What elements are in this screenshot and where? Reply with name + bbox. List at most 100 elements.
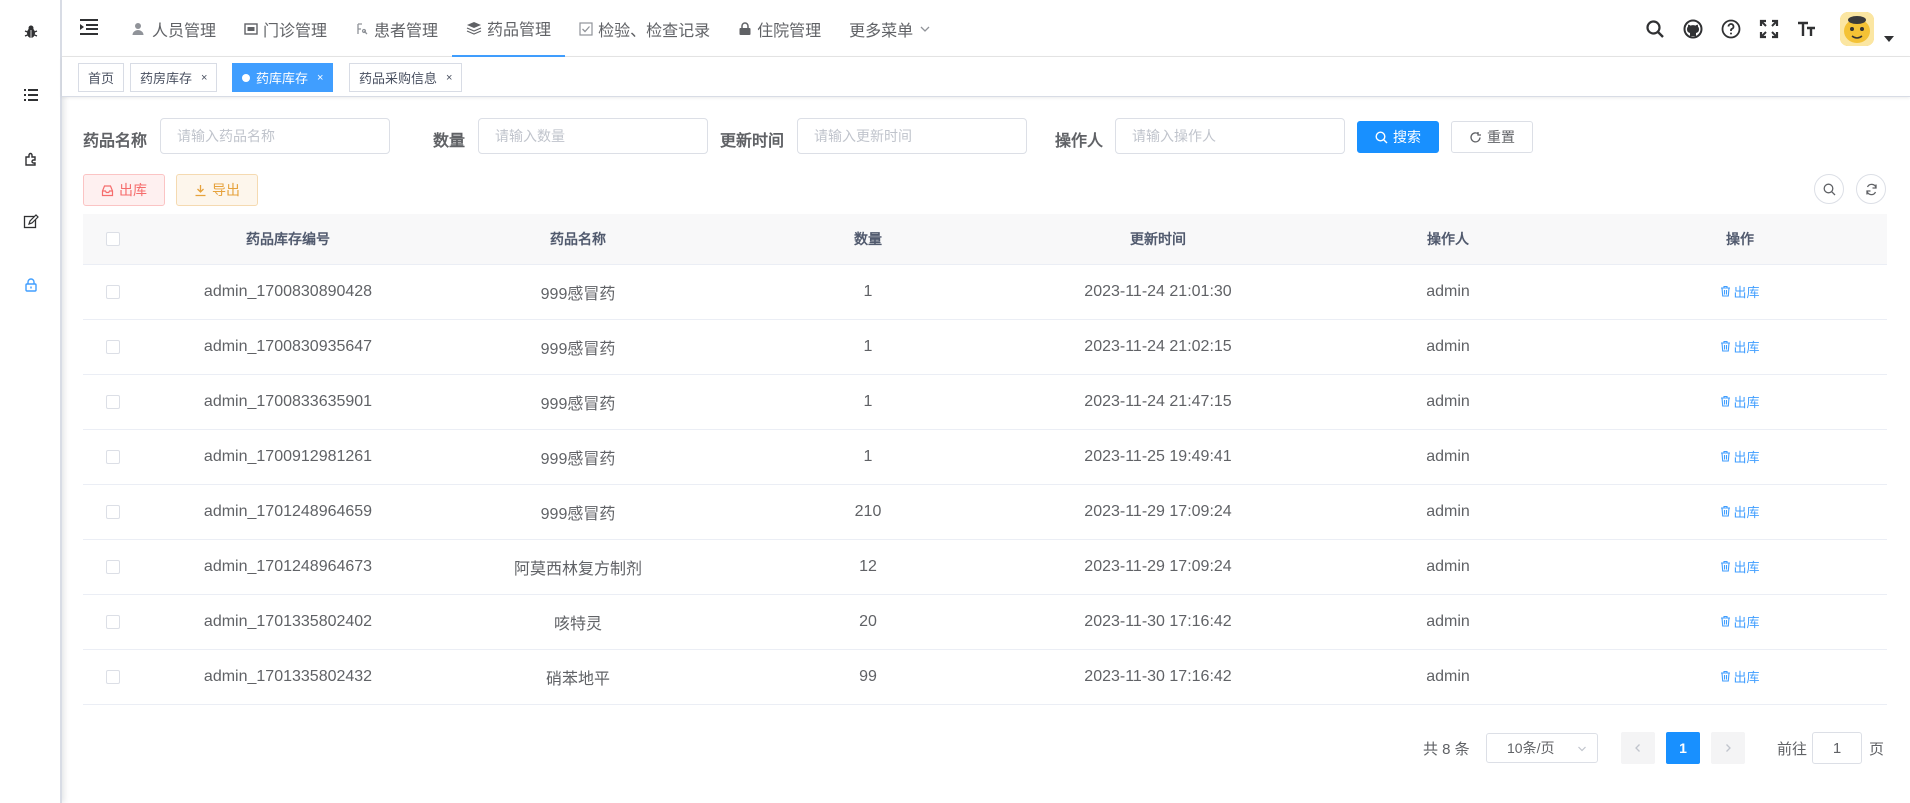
- outbound-button-label: 出库: [119, 182, 147, 198]
- action-cell: 出库: [1593, 612, 1887, 633]
- github-icon[interactable]: [1674, 0, 1712, 57]
- menu-item-staff[interactable]: 人员管理: [117, 0, 230, 57]
- tag-home[interactable]: 首页: [78, 63, 125, 92]
- menu-item-hospital[interactable]: 住院管理: [724, 0, 835, 57]
- chevron-down-icon: [1578, 746, 1586, 752]
- fullscreen-icon[interactable]: [1750, 0, 1788, 57]
- header-stock-id[interactable]: 药品库存编号: [143, 229, 433, 249]
- caret-down-icon[interactable]: [1880, 0, 1898, 57]
- update-time-label: 更新时间: [720, 133, 785, 150]
- row-outbound-button[interactable]: 出库: [1720, 612, 1760, 631]
- menu-item-label: 药品管理: [487, 21, 552, 39]
- tag-pharmacy-stock[interactable]: 药房库存 ×: [130, 63, 218, 92]
- stock-id-cell: admin_1701248964673: [203, 558, 373, 575]
- row-checkbox[interactable]: [106, 615, 120, 629]
- operator-cell: admin: [1426, 558, 1470, 575]
- search-icon: [1823, 183, 1835, 195]
- update-time-cell: 2023-11-25 19:49:41: [1084, 448, 1232, 465]
- puzzle-icon[interactable]: [21, 149, 41, 169]
- table-row: admin_1700833635901 999感冒药 1 2023-11-24 21:…: [83, 375, 1887, 430]
- row-outbound-button[interactable]: 出库: [1720, 667, 1760, 686]
- check-icon: [579, 21, 593, 36]
- drug-name-input[interactable]: [160, 118, 390, 154]
- row-checkbox-cell: [83, 450, 143, 464]
- row-checkbox[interactable]: [106, 670, 120, 684]
- search-icon[interactable]: [1636, 0, 1674, 57]
- header-update-time[interactable]: 更新时间: [1013, 229, 1303, 249]
- active-dot-icon: [242, 73, 250, 82]
- prev-page-button[interactable]: [1621, 732, 1655, 764]
- row-checkbox[interactable]: [106, 395, 120, 409]
- stock-id-cell: admin_1700912981261: [203, 448, 373, 465]
- operator-cell: admin: [1426, 283, 1470, 300]
- search-button[interactable]: 搜索: [1357, 121, 1439, 153]
- drug-name-cell: 咳特灵: [553, 616, 602, 633]
- action-cell: 出库: [1593, 337, 1887, 358]
- delete-icon: [1721, 341, 1731, 352]
- refresh-button[interactable]: [1856, 174, 1886, 204]
- action-cell: 出库: [1593, 447, 1887, 468]
- row-outbound-button[interactable]: 出库: [1720, 502, 1760, 521]
- header-operator[interactable]: 操作人: [1303, 229, 1593, 249]
- header-drug-name[interactable]: 药品名称: [433, 229, 723, 249]
- tag-warehouse-stock[interactable]: 药库库存 ×: [232, 63, 334, 92]
- lock-icon[interactable]: [21, 275, 41, 295]
- menu-item-inspection[interactable]: 检验、检查记录: [565, 0, 724, 57]
- drug-name-cell: 999感冒药: [540, 451, 616, 468]
- drug-name-label: 药品名称: [83, 133, 148, 150]
- export-button[interactable]: 导出: [176, 174, 258, 206]
- tag-close-icon[interactable]: ×: [317, 72, 323, 84]
- stock-table: 药品库存编号 药品名称 数量 更新时间 操作人 操作 admin_1700830…: [83, 214, 1887, 705]
- hamburger-icon[interactable]: [78, 16, 100, 38]
- row-outbound-button[interactable]: 出库: [1720, 337, 1760, 356]
- menu-item-label: 人员管理: [152, 22, 217, 40]
- operator-cell: admin: [1426, 393, 1470, 410]
- search-icon: [1375, 130, 1388, 143]
- goto-label: 前往: [1777, 741, 1808, 758]
- page-suffix-label: 页: [1869, 741, 1885, 758]
- row-checkbox[interactable]: [106, 560, 120, 574]
- quantity-input[interactable]: [478, 118, 708, 154]
- delete-icon: [1721, 561, 1731, 572]
- row-checkbox[interactable]: [106, 285, 120, 299]
- operator-input[interactable]: [1115, 118, 1345, 154]
- download-icon: [195, 184, 206, 196]
- tag-purchase-info[interactable]: 药品采购信息 ×: [349, 63, 463, 92]
- help-icon[interactable]: [1712, 0, 1750, 57]
- page-button-1[interactable]: 1: [1666, 732, 1700, 764]
- page-size-select[interactable]: 10条/页: [1486, 733, 1598, 763]
- edit-icon[interactable]: [21, 212, 41, 232]
- menu-item-clinic[interactable]: 门诊管理: [230, 0, 341, 57]
- row-checkbox-cell: [83, 340, 143, 354]
- reset-button[interactable]: 重置: [1451, 121, 1533, 153]
- action-cell: 出库: [1593, 557, 1887, 578]
- menu-item-more[interactable]: 更多菜单: [835, 0, 950, 57]
- operator-cell: admin: [1426, 448, 1470, 465]
- row-checkbox[interactable]: [106, 340, 120, 354]
- outbound-button[interactable]: 出库: [83, 174, 165, 206]
- update-time-input[interactable]: [797, 118, 1027, 154]
- goto-page-input[interactable]: [1812, 732, 1862, 764]
- next-page-button[interactable]: [1711, 732, 1745, 764]
- font-size-icon[interactable]: [1788, 0, 1826, 57]
- avatar[interactable]: [1840, 11, 1874, 46]
- tag-close-icon[interactable]: ×: [201, 72, 207, 84]
- row-outbound-button[interactable]: 出库: [1720, 282, 1760, 301]
- delete-icon: [1721, 671, 1731, 682]
- header-quantity[interactable]: 数量: [723, 229, 1013, 249]
- menu-item-patient[interactable]: 患者管理: [341, 0, 452, 57]
- row-checkbox[interactable]: [106, 450, 120, 464]
- row-outbound-button[interactable]: 出库: [1720, 447, 1760, 466]
- bug-icon[interactable]: [21, 22, 41, 42]
- tag-close-icon[interactable]: ×: [446, 72, 452, 84]
- row-outbound-button[interactable]: 出库: [1720, 392, 1760, 411]
- drug-name-cell: 999感冒药: [540, 506, 616, 523]
- menu-item-medicine[interactable]: 药品管理: [452, 0, 566, 57]
- toggle-search-button[interactable]: [1814, 174, 1844, 204]
- row-checkbox[interactable]: [106, 505, 120, 519]
- row-outbound-button[interactable]: 出库: [1720, 557, 1760, 576]
- list-icon[interactable]: [21, 85, 41, 105]
- search-button-label: 搜索: [1393, 129, 1421, 145]
- select-all-checkbox[interactable]: [106, 232, 120, 246]
- top-menu: 人员管理 门诊管理 患者管理 药品管理 检验、检查记录 住院管理 更多菜单: [117, 0, 950, 57]
